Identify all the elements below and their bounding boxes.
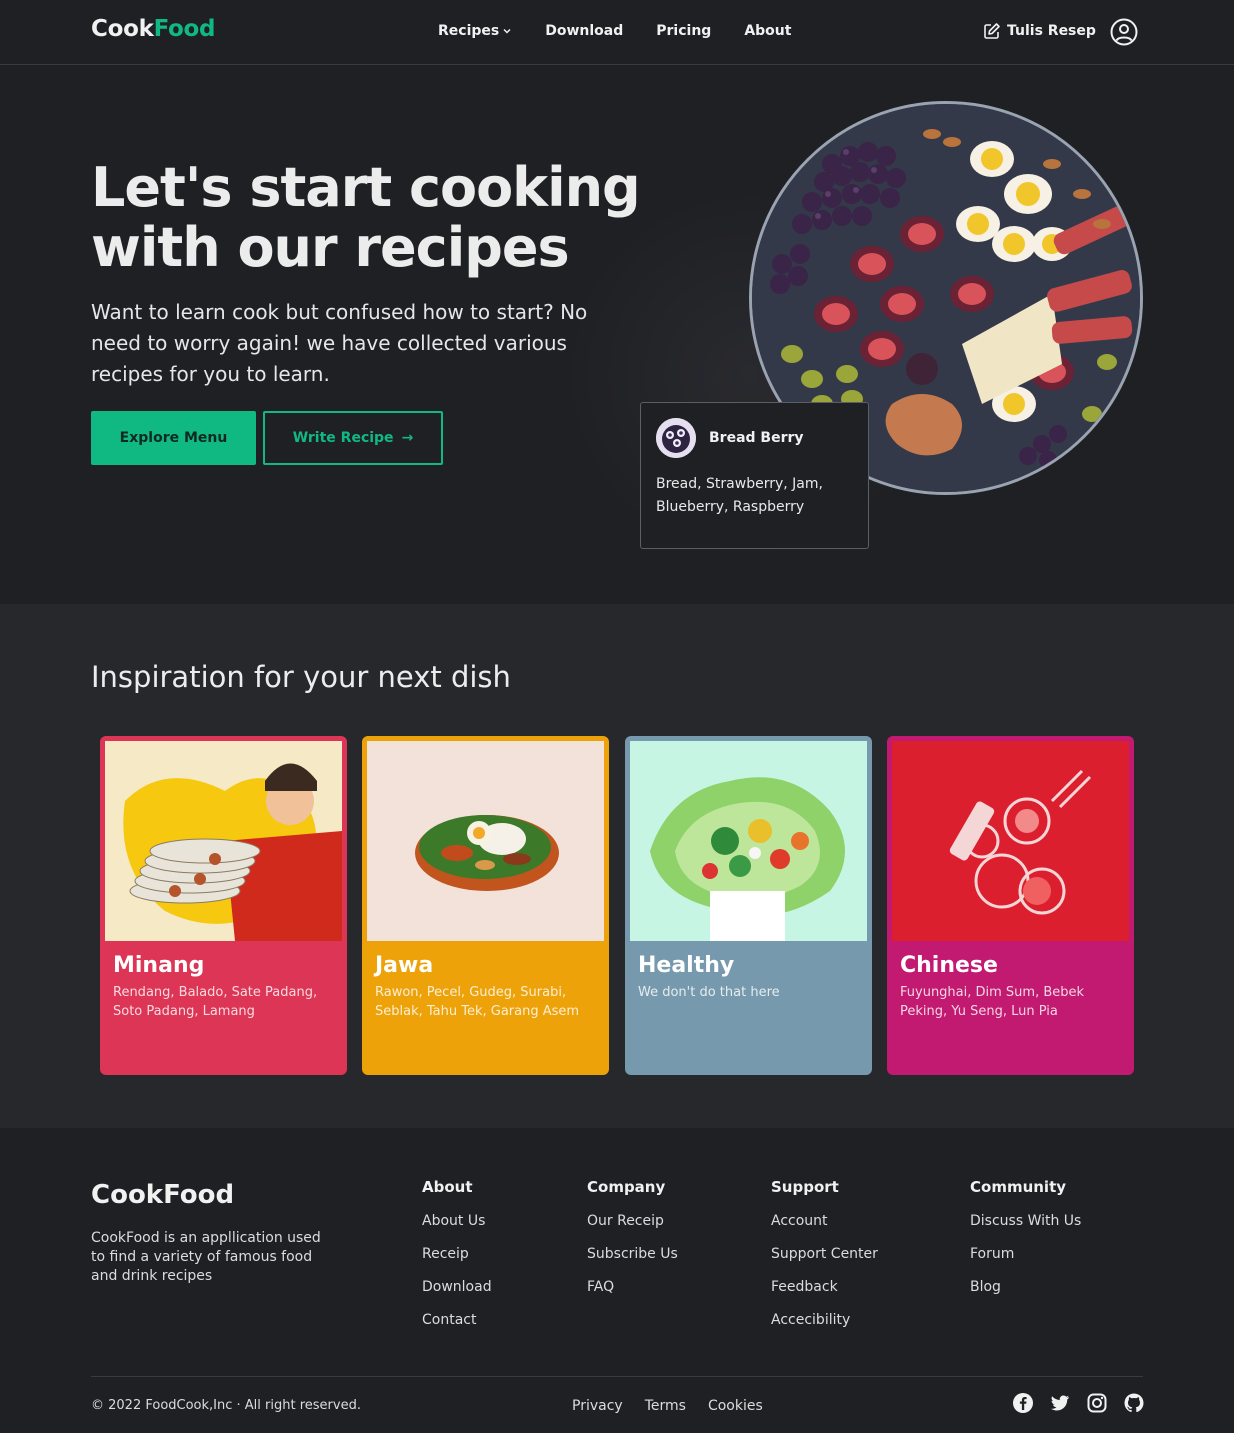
top-navbar: CookFood Recipes Download Pricing About … xyxy=(0,0,1234,65)
jawa-image xyxy=(367,741,604,941)
chinese-image xyxy=(892,741,1129,941)
footer-link[interactable]: Account xyxy=(771,1213,878,1246)
legal-links: Privacy Terms Cookies xyxy=(572,1398,763,1414)
footer-divider xyxy=(91,1376,1143,1377)
write-recipe-nav-button[interactable]: Tulis Resep xyxy=(983,22,1096,40)
copyright-text: © 2022 FoodCook,Inc · All right reserved… xyxy=(91,1398,361,1413)
nav-link-download[interactable]: Download xyxy=(545,23,623,39)
footer-column-title: Support xyxy=(771,1178,839,1196)
footer-link[interactable]: Our Receip xyxy=(587,1213,678,1246)
nav-link-recipes[interactable]: Recipes xyxy=(438,23,512,39)
hero-subtitle: Want to learn cook but confused how to s… xyxy=(91,300,588,386)
chinese-description: Fuyunghai, Dim Sum, Bebek Peking, Yu Sen… xyxy=(900,985,1085,1019)
github-icon[interactable] xyxy=(1123,1392,1145,1414)
nav-link-about[interactable]: About xyxy=(744,23,791,39)
minang-illustration xyxy=(105,741,342,941)
recipe-card-ingredients: Bread, Strawberry, Jam, Blueberry, Raspb… xyxy=(656,476,823,515)
footer-description: CookFood is an appllication used to find… xyxy=(91,1230,321,1284)
jawa-title: Jawa xyxy=(375,953,434,978)
jawa-description: Rawon, Pecel, Gudeg, Surabi, Seblak, Tah… xyxy=(375,985,580,1019)
chevron-down-icon xyxy=(503,28,511,34)
footer-column-title: Community xyxy=(970,1178,1067,1196)
healthy-title: Healthy xyxy=(638,953,735,978)
footer-link[interactable]: Support Center xyxy=(771,1246,878,1279)
explore-menu-button[interactable]: Explore Menu xyxy=(91,411,256,465)
brand-logo[interactable]: CookFood xyxy=(91,16,216,42)
footer-link[interactable]: Forum xyxy=(970,1246,1081,1279)
write-recipe-button[interactable]: Write Recipe → xyxy=(263,411,443,465)
jawa-illustration xyxy=(367,741,604,941)
footer-link[interactable]: Subscribe Us xyxy=(587,1246,678,1279)
healthy-illustration xyxy=(630,741,867,941)
logo-cook-text: Cook xyxy=(91,16,154,42)
twitter-icon[interactable] xyxy=(1049,1392,1071,1414)
inspiration-heading: Inspiration for your next dish xyxy=(91,660,511,694)
minang-image xyxy=(105,741,342,941)
footer-column-about: About About Us Receip Download Contact xyxy=(422,1178,492,1345)
cookies-link[interactable]: Cookies xyxy=(708,1398,763,1414)
user-account-icon[interactable] xyxy=(1110,18,1138,46)
category-card-healthy[interactable]: Healthy We don't do that here xyxy=(625,736,872,1075)
footer-column-company: Company Our Receip Subscribe Us FAQ xyxy=(587,1178,678,1312)
inspiration-section: Inspiration for your next dish Minang Re… xyxy=(0,604,1234,1128)
footer-link[interactable]: Contact xyxy=(422,1312,492,1345)
footer-link[interactable]: Discuss With Us xyxy=(970,1213,1081,1246)
chinese-illustration xyxy=(892,741,1129,941)
category-card-minang[interactable]: Minang Rendang, Balado, Sate Padang, Sot… xyxy=(100,736,347,1075)
footer-column-title: About xyxy=(422,1178,473,1196)
footer-link[interactable]: Feedback xyxy=(771,1279,878,1312)
nav-link-pricing[interactable]: Pricing xyxy=(656,23,711,39)
footer-link[interactable]: Receip xyxy=(422,1246,492,1279)
write-recipe-nav-label: Tulis Resep xyxy=(1007,23,1096,39)
footer: CookFood CookFood is an appllication use… xyxy=(0,1128,1234,1433)
category-card-jawa[interactable]: Jawa Rawon, Pecel, Gudeg, Surabi, Seblak… xyxy=(362,736,609,1075)
featured-recipe-card[interactable]: Bread Berry Bread, Strawberry, Jam, Blue… xyxy=(640,402,869,549)
terms-link[interactable]: Terms xyxy=(645,1398,686,1414)
recipe-avatar xyxy=(656,418,696,458)
footer-link[interactable]: Accecibility xyxy=(771,1312,878,1345)
recipe-card-title: Bread Berry xyxy=(709,430,804,446)
edit-icon xyxy=(984,23,1000,39)
facebook-icon[interactable] xyxy=(1012,1392,1034,1414)
footer-column-support: Support Account Support Center Feedback … xyxy=(771,1178,878,1345)
hero-section: Let's start cooking with our recipes Wan… xyxy=(0,65,1234,604)
footer-logo[interactable]: CookFood xyxy=(91,1180,234,1210)
arrow-right-icon: → xyxy=(401,430,414,446)
hero-title: Let's start cooking with our recipes xyxy=(91,156,641,279)
healthy-description: We don't do that here xyxy=(638,985,780,1000)
footer-link[interactable]: FAQ xyxy=(587,1279,678,1312)
footer-column-community: Community Discuss With Us Forum Blog xyxy=(970,1178,1081,1312)
minang-title: Minang xyxy=(113,953,205,978)
privacy-link[interactable]: Privacy xyxy=(572,1398,623,1414)
healthy-image xyxy=(630,741,867,941)
footer-link[interactable]: About Us xyxy=(422,1213,492,1246)
footer-link[interactable]: Blog xyxy=(970,1279,1081,1312)
category-card-chinese[interactable]: Chinese Fuyunghai, Dim Sum, Bebek Peking… xyxy=(887,736,1134,1075)
footer-link[interactable]: Download xyxy=(422,1279,492,1312)
nav-link-recipes-label: Recipes xyxy=(438,23,500,39)
bread-berry-thumbnail xyxy=(656,418,696,458)
minang-description: Rendang, Balado, Sate Padang, Soto Padan… xyxy=(113,985,318,1019)
write-recipe-label: Write Recipe xyxy=(292,430,394,446)
social-links xyxy=(1012,1392,1145,1414)
footer-column-title: Company xyxy=(587,1178,666,1196)
nav-links: Recipes Download Pricing About xyxy=(438,23,791,39)
instagram-icon[interactable] xyxy=(1086,1392,1108,1414)
chinese-title: Chinese xyxy=(900,953,998,978)
logo-food-text: Food xyxy=(153,16,216,42)
